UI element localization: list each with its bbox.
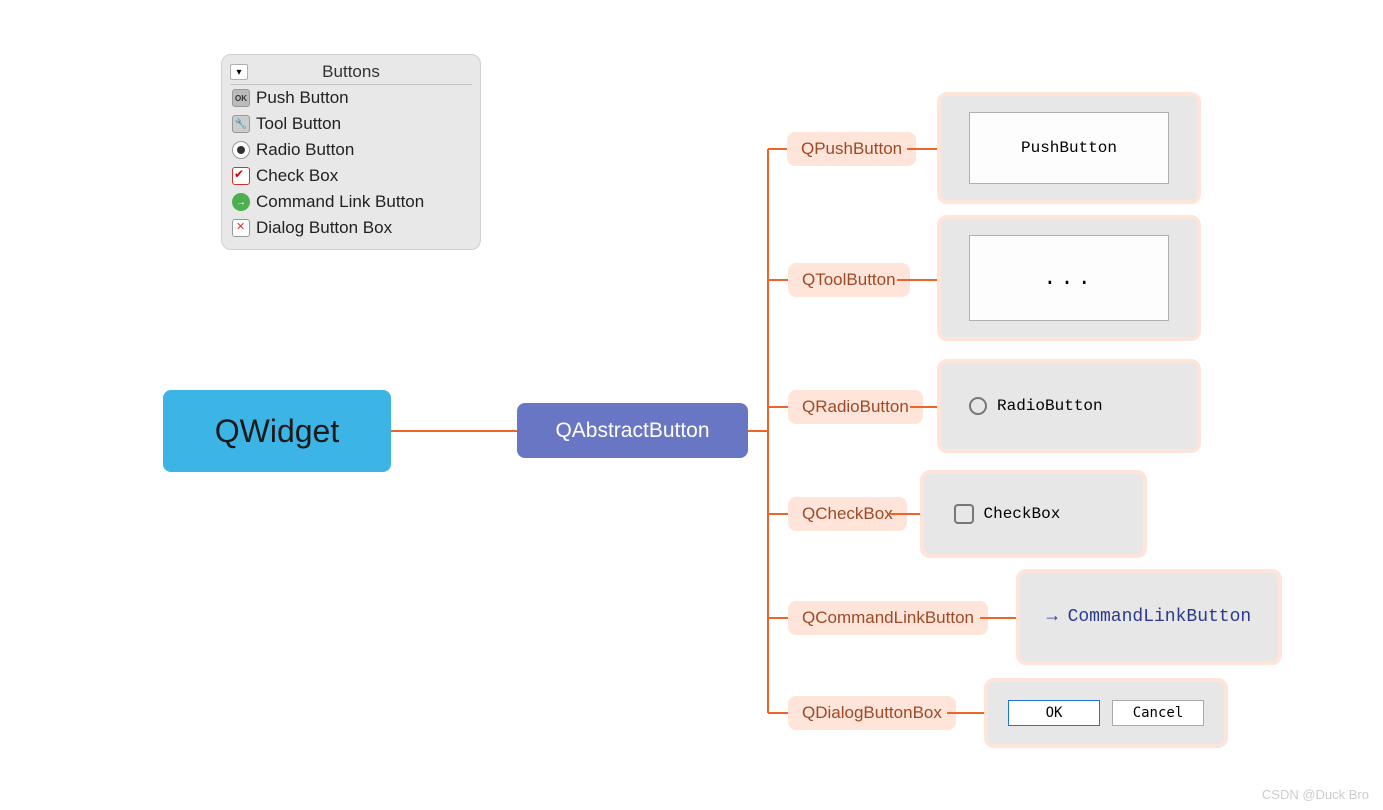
preview-dialogbuttonbox: OK Cancel [984,678,1228,748]
node-qabstractbutton[interactable]: QAbstractButton [517,403,748,458]
sample-label: CheckBox [984,505,1061,523]
radiobutton-icon [232,141,250,159]
cancel-button[interactable]: Cancel [1112,700,1204,726]
checkbox-icon [232,167,250,185]
cancel-label: Cancel [1133,705,1184,721]
arrow-right-icon: → [1047,607,1058,627]
preview-toolbutton: ... [937,215,1201,341]
watermark: CSDN @Duck Bro [1262,787,1369,802]
node-label: QWidget [215,413,339,450]
node-qradiobutton[interactable]: QRadioButton [788,390,923,424]
radiobutton-sample[interactable]: RadioButton [969,397,1169,415]
toolbutton-icon: 🔧 [232,115,250,133]
widget-item-command-link[interactable]: → Command Link Button [230,189,472,215]
commandlink-icon: → [232,193,250,211]
node-label: QAbstractButton [555,419,709,443]
node-qdialogbuttonbox[interactable]: QDialogButtonBox [788,696,956,730]
node-label: QToolButton [802,270,896,290]
widget-panel-header[interactable]: ▾ Buttons [230,60,472,85]
checkbox-box-icon [954,504,974,524]
pushbutton-sample[interactable]: PushButton [969,112,1169,184]
widget-item-label: Dialog Button Box [256,218,392,238]
widget-item-label: Command Link Button [256,192,424,212]
widget-item-dialog-box[interactable]: Dialog Button Box [230,215,472,241]
watermark-text: CSDN @Duck Bro [1262,787,1369,802]
widget-item-push-button[interactable]: OK Push Button [230,85,472,111]
node-label: QCommandLinkButton [802,608,974,628]
node-qcommandlinkbutton[interactable]: QCommandLinkButton [788,601,988,635]
widget-item-radio-button[interactable]: Radio Button [230,137,472,163]
pushbutton-icon: OK [232,89,250,107]
ok-button[interactable]: OK [1008,700,1100,726]
sample-label: CommandLinkButton [1068,607,1252,627]
node-label: QCheckBox [802,504,893,524]
node-qwidget[interactable]: QWidget [163,390,391,472]
widget-box-panel: ▾ Buttons OK Push Button 🔧 Tool Button R… [221,54,481,250]
dialogbox-icon [232,219,250,237]
node-label: QPushButton [801,139,902,159]
widget-panel-title: Buttons [230,62,472,82]
sample-label: PushButton [1021,139,1117,157]
node-label: QDialogButtonBox [802,703,942,723]
sample-label: ... [1043,266,1095,291]
preview-checkbox: CheckBox [920,470,1147,558]
node-qcheckbox[interactable]: QCheckBox [788,497,907,531]
widget-item-tool-button[interactable]: 🔧 Tool Button [230,111,472,137]
node-qpushbutton[interactable]: QPushButton [787,132,916,166]
widget-item-label: Check Box [256,166,338,186]
radio-circle-icon [969,397,987,415]
widget-item-check-box[interactable]: Check Box [230,163,472,189]
preview-pushbutton: PushButton [937,92,1201,204]
widget-item-label: Push Button [256,88,349,108]
node-label: QRadioButton [802,397,909,417]
widget-item-label: Tool Button [256,114,341,134]
widget-item-label: Radio Button [256,140,354,160]
commandlink-sample[interactable]: → CommandLinkButton [1047,607,1251,627]
dialogbuttonbox-sample: OK Cancel [1008,700,1204,726]
sample-label: RadioButton [997,397,1103,415]
preview-radiobutton: RadioButton [937,359,1201,453]
toolbutton-sample[interactable]: ... [969,235,1169,321]
node-qtoolbutton[interactable]: QToolButton [788,263,910,297]
checkbox-sample[interactable]: CheckBox [954,504,1114,524]
preview-commandlink: → CommandLinkButton [1016,569,1282,665]
ok-label: OK [1046,705,1063,721]
